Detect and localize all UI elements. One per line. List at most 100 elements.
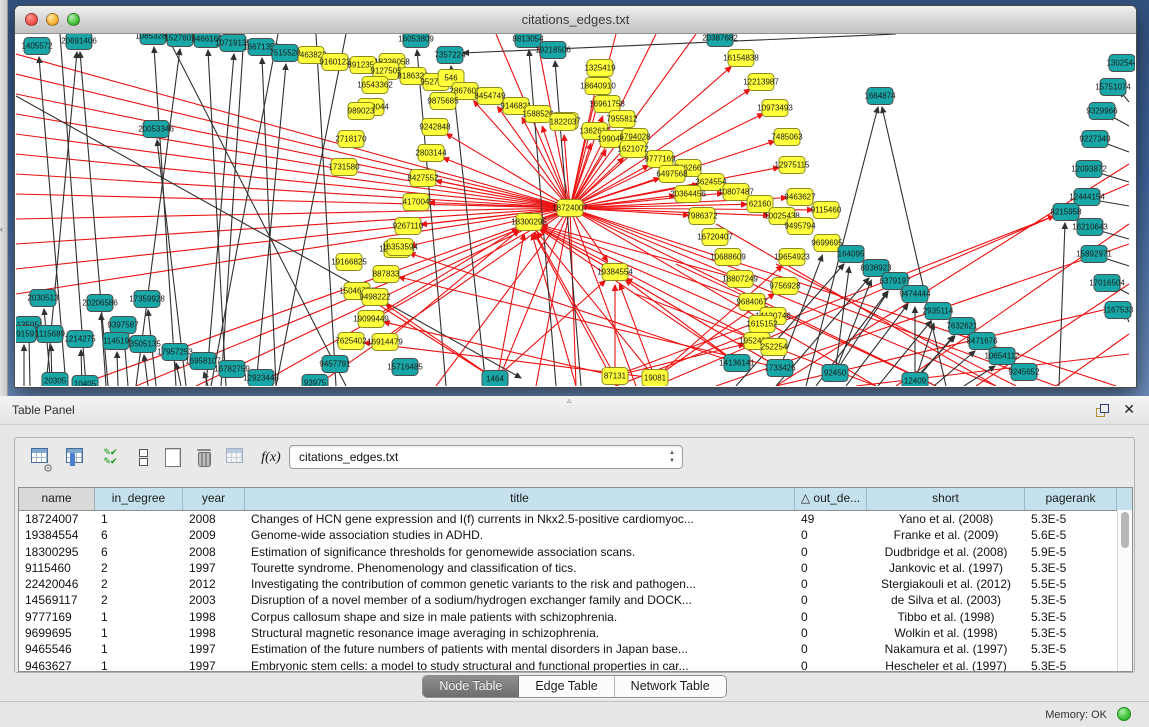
graph-node[interactable]: 9495794	[784, 218, 816, 235]
graph-node[interactable]: 1214275	[64, 331, 96, 348]
table-row[interactable]: 911546021997Tourette syndrome. Phenomeno…	[19, 560, 1132, 576]
graph-node[interactable]: 7986372	[686, 208, 718, 225]
graph-node[interactable]: 7632621	[946, 318, 978, 335]
graph-node[interactable]: 9245652	[1008, 364, 1040, 381]
graph-node[interactable]: 19218506	[535, 42, 571, 59]
graph-node[interactable]: 1325419	[584, 60, 616, 77]
graph-node[interactable]: 15892971	[1076, 246, 1112, 263]
graph-node[interactable]: 19384554	[597, 264, 633, 281]
graph-node[interactable]: 9474444	[899, 286, 931, 303]
graph-node[interactable]: 20387682	[702, 34, 738, 47]
graph-node[interactable]: 9227349	[1079, 131, 1111, 148]
graph-node[interactable]: 20364456	[670, 186, 706, 203]
table-row[interactable]: 1830029562008Estimation of significance …	[19, 544, 1132, 560]
graph-node[interactable]: 17016504	[1089, 275, 1125, 292]
graph-node[interactable]: 8427552	[407, 170, 439, 187]
graph-node[interactable]: 20305	[42, 373, 68, 387]
graph-node[interactable]: 10973493	[757, 100, 793, 117]
table-row[interactable]: 977716911998Corpus callosum shape and si…	[19, 609, 1132, 625]
graph-node[interactable]: 9160123	[319, 54, 351, 71]
graph-node[interactable]: 9397587	[107, 317, 139, 334]
close-panel-icon[interactable]: ✕	[1123, 401, 1135, 418]
column-header-in_degree[interactable]: in_degree	[95, 488, 183, 510]
graph-node[interactable]: 12975115	[775, 157, 811, 174]
table-selector-dropdown[interactable]: citations_edges.txt ▲▼	[289, 445, 683, 469]
graph-node[interactable]: 9777169	[644, 151, 676, 168]
graph-node[interactable]: 1733426	[764, 360, 796, 377]
table-row[interactable]: 1938455462009Genome-wide association stu…	[19, 527, 1132, 543]
network-window-titlebar[interactable]: citations_edges.txt	[15, 6, 1136, 34]
graph-node[interactable]: 1302544	[1106, 55, 1135, 72]
graph-node[interactable]: 887833	[373, 266, 400, 283]
graph-node[interactable]: 7625402	[335, 333, 367, 350]
tab-edge-table[interactable]: Edge Table	[519, 676, 614, 697]
graph-node[interactable]: 14136141	[719, 355, 755, 372]
graph-node[interactable]: 12923448	[243, 370, 279, 387]
table-row[interactable]: 946362711997Embryonic stem cells: a mode…	[19, 658, 1132, 672]
graph-node[interactable]: 16961758	[589, 96, 625, 113]
delete-table-icon[interactable]	[192, 448, 216, 472]
graph-node[interactable]: 19081	[642, 370, 668, 387]
graph-node[interactable]: 10405	[72, 376, 98, 387]
network-window[interactable]: citations_edges.txt 18724007 18300295 1325…	[14, 5, 1137, 388]
graph-node[interactable]: 10688609	[710, 249, 746, 266]
graph-node[interactable]: 93975	[302, 375, 328, 387]
validate-icon[interactable]: ✎✔✎✔	[98, 448, 122, 472]
graph-node[interactable]: 39159	[16, 326, 36, 343]
graph-node[interactable]: 9242848	[419, 119, 451, 136]
graph-node[interactable]: 2803144	[415, 145, 447, 162]
column-header-short[interactable]: short	[867, 488, 1025, 510]
graph-node[interactable]: 8215958	[1050, 204, 1082, 221]
graph-node[interactable]: 182203	[550, 114, 577, 131]
table-scrollbar[interactable]	[1117, 510, 1132, 671]
graph-node[interactable]: 6497568	[656, 166, 688, 183]
graph-node[interactable]: 1615152	[746, 316, 778, 333]
graph-node[interactable]: 9267110	[393, 218, 424, 235]
graph-node[interactable]: 2718170	[335, 131, 367, 148]
graph-node[interactable]: 18724007	[552, 200, 588, 217]
graph-node[interactable]: 17359928	[129, 291, 165, 308]
graph-node[interactable]: 2030513	[27, 290, 59, 307]
column-header-out_degree[interactable]: △ out_de...	[795, 488, 867, 510]
graph-node[interactable]: 989023	[348, 103, 375, 120]
graph-node[interactable]: 7485063	[771, 129, 803, 146]
graph-node[interactable]: 9463627	[784, 189, 816, 206]
rows-icon[interactable]	[131, 448, 155, 472]
graph-node[interactable]: 9329966	[1086, 103, 1118, 120]
graph-node[interactable]: 16154838	[723, 50, 759, 67]
collapsed-panel-strip[interactable]: ‹	[0, 0, 8, 396]
graph-node[interactable]: 1664874	[864, 88, 896, 105]
table-row[interactable]: 969969511998Structural magnetic resonanc…	[19, 625, 1132, 641]
graph-node[interactable]: 15751074	[1095, 79, 1131, 96]
table-row[interactable]: 1872400712008Changes of HCN gene express…	[19, 511, 1132, 527]
graph-node[interactable]: 12409	[902, 373, 928, 387]
function-builder-icon[interactable]: f(x)	[259, 448, 283, 472]
graph-node[interactable]: 9498222	[359, 289, 391, 306]
graph-node[interactable]: 12093872	[1071, 161, 1107, 178]
graph-node[interactable]: 16210643	[1072, 219, 1108, 236]
graph-node[interactable]: 20206586	[82, 295, 118, 312]
graph-node[interactable]: 19099449	[353, 311, 389, 328]
graph-node[interactable]: 16543362	[357, 77, 393, 94]
tab-node-table[interactable]: Node Table	[423, 676, 519, 697]
graph-node[interactable]: 164095	[838, 246, 865, 263]
graph-node[interactable]: 18807249	[722, 271, 758, 288]
graph-node[interactable]: 16720407	[697, 229, 733, 246]
graph-node[interactable]: 18300295	[511, 214, 547, 231]
splitter-handle-icon[interactable]: ▵	[567, 395, 572, 406]
graph-node[interactable]: 9875685	[427, 93, 459, 110]
graph-node[interactable]: 19166825	[331, 254, 367, 271]
graph-node[interactable]: 9756928	[769, 278, 801, 295]
graph-node[interactable]: 12213987	[743, 74, 779, 91]
tab-network-table[interactable]: Network Table	[615, 676, 726, 697]
graph-node[interactable]: 15716485	[387, 359, 423, 376]
select-columns-icon[interactable]	[62, 448, 86, 472]
graph-node[interactable]: 10654112	[985, 348, 1021, 365]
graph-node[interactable]: 20691406	[61, 34, 97, 50]
panel-collapse-arrow-icon[interactable]: ‹	[0, 224, 3, 234]
graph-node[interactable]: 114519	[103, 333, 130, 350]
graph-node[interactable]: 16353594	[382, 239, 418, 256]
column-header-title[interactable]: title	[245, 488, 795, 510]
graph-node[interactable]: 7357224	[434, 47, 466, 64]
graph-node[interactable]: 7515520	[269, 45, 301, 62]
